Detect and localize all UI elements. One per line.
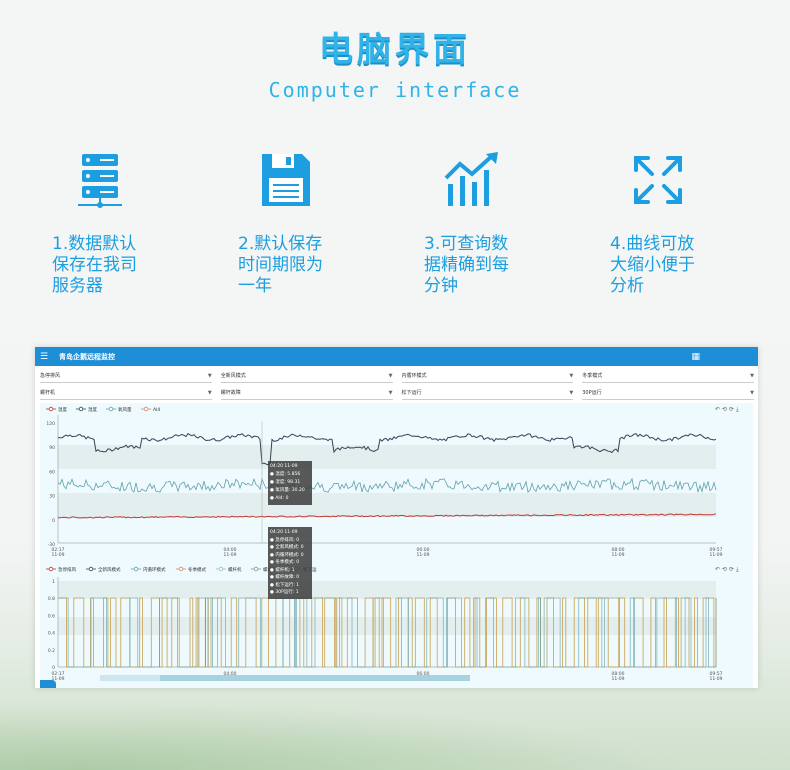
airflow-line (57, 477, 717, 493)
x-tick-label: 11-09 (51, 552, 64, 558)
x-tick-label: 11-09 (416, 552, 429, 558)
tooltip-row: ● 温度: 5.856 (270, 472, 301, 477)
select-device-2[interactable]: 螺杆故障 ▼ (220, 386, 393, 400)
y-tick-label: 0.6 (48, 613, 55, 619)
x-tick-label: 11-09 (611, 552, 624, 558)
legend-label[interactable]: AI4 (153, 407, 160, 413)
chevron-down-icon: ▼ (388, 389, 393, 396)
grid-view-icon[interactable]: ▦ (691, 352, 700, 362)
app-title: 青岛企鹅远程监控 (59, 352, 115, 361)
legend-label[interactable]: 全新风模式 (98, 566, 121, 573)
chevron-down-icon: ▼ (569, 389, 574, 396)
chart-toolbox[interactable]: ↶ ⟲ ⟳ ⤓ (715, 406, 739, 413)
toolbox-icon[interactable]: ⟲ (722, 406, 727, 413)
legend-label[interactable]: 温度 (58, 406, 67, 413)
tooltip-2: 04:20 11-09 ● 急停排风: 0 ● 全新风模式: 0 ● 内循环模式: … (268, 527, 312, 599)
y-tick-label: 30 (49, 494, 55, 500)
tooltip-row: ● 螺杆故障: 0 (270, 575, 300, 580)
tooltip-1: 04:20 11-09 ● 温度: 5.856 ● 湿度: 98.31 ● 氧风量:… (268, 461, 312, 505)
toolbox-icon[interactable]: ⟳ (729, 566, 734, 573)
menu-icon[interactable]: ☰ (37, 352, 51, 362)
feature-text: 3.可查询数 据精确到每 分钟 (424, 234, 509, 296)
select-row-1: 急停排风 ▼ 全新风模式 ▼ 内循环模式 ▼ 冬季模式 ▼ (35, 369, 758, 383)
select-mode-3[interactable]: 内循环模式 ▼ (401, 369, 574, 383)
zoom-slider-range[interactable] (160, 675, 470, 681)
sensor-chart[interactable]: 温度 湿度 氧风量 AI4 120 90 60 30 0 -30 02:17 11-09 04:00 1… (40, 403, 753, 563)
feature-text: 4.曲线可放 大缩小便于 分析 (610, 234, 695, 296)
feature-storage: 1.数据默认 保存在我司 服务器 (52, 150, 202, 297)
legend-label[interactable]: 急停排风 (58, 566, 76, 573)
chevron-down-icon: ▼ (207, 372, 212, 379)
chevron-down-icon: ▼ (207, 389, 212, 396)
tooltip-row: ● 急停排风: 0 (270, 537, 300, 543)
sensor-chart-svg: 温度 湿度 氧风量 AI4 1209060300-3002:1711-0904:001… (46, 406, 739, 558)
legend-label[interactable]: 内循环模式 (143, 566, 166, 573)
chart-toolbox[interactable]: ↶ ⟲ ⟳ ⤓ (715, 566, 739, 573)
settings-toggle[interactable] (40, 680, 56, 688)
toolbox-icon[interactable]: ⟳ (729, 406, 734, 413)
select-device-3[interactable]: 松下运行 ▼ (401, 386, 574, 400)
app-window: ☰ 青岛企鹅远程监控 ▦ 急停排风 ▼ 全新风模式 ▼ 内循环模式 ▼ 冬季模式 ▼ 螺… (35, 347, 758, 688)
server-icon (78, 154, 122, 208)
tooltip-row: ● 螺杆机: 1 (270, 567, 295, 573)
feature-zoom: 4.曲线可放 大缩小便于 分析 (610, 150, 760, 297)
y-tick-label: 0 (52, 665, 55, 671)
y-tick-label: 0.8 (48, 596, 55, 602)
expand-arrows-icon (634, 156, 682, 204)
background-leaf (0, 690, 790, 770)
tooltip-row: ● 30P运行: 1 (270, 590, 299, 595)
app-header: ☰ 青岛企鹅远程监控 ▦ (35, 347, 758, 366)
chevron-down-icon: ▼ (750, 372, 754, 379)
y-tick-label: 90 (49, 445, 55, 451)
toolbox-icon[interactable]: ⤓ (736, 406, 739, 413)
x-tick-label: 11-09 (223, 552, 236, 558)
y-tick-label: 0.2 (48, 648, 55, 654)
select-row-2: 螺杆机 ▼ 螺杆故障 ▼ 松下运行 ▼ 30P运行 ▼ (35, 386, 758, 400)
feature-text: 2.默认保存 时间期限为 一年 (238, 234, 323, 296)
page-title: 电脑界面 (319, 30, 471, 70)
y-tick-label: 0 (52, 518, 55, 524)
toolbox-icon[interactable]: ⟲ (722, 566, 727, 573)
feature-text: 1.数据默认 保存在我司 服务器 (52, 234, 137, 296)
legend-label[interactable]: 螺杆机 (228, 566, 242, 573)
floppy-disk-icon (262, 154, 310, 206)
x-tick-label: 11-09 (611, 676, 624, 682)
x-tick-label: 11-09 (709, 676, 722, 682)
chevron-down-icon: ▼ (569, 372, 574, 379)
toolbox-icon[interactable]: ↶ (715, 406, 720, 413)
y-tick-label: 60 (49, 469, 55, 475)
feature-query: 3.可查询数 据精确到每 分钟 (424, 150, 574, 297)
status-chart[interactable]: 急停排风全新风模式内循环模式冬季模式螺杆机螺杆故障松下运 10.80.60.40… (40, 527, 753, 688)
page-subtitle: Computer interface (268, 78, 522, 102)
chevron-down-icon: ▼ (750, 389, 754, 396)
tooltip-row: ● 松下运行: 1 (270, 582, 300, 588)
tooltip-row: ● 氧风量: 30.20 (270, 488, 305, 493)
tooltip-row: ● 湿度: 98.31 (270, 480, 301, 485)
toolbox-icon[interactable]: ↶ (715, 566, 720, 573)
tooltip-row: ● 全新风模式: 0 (270, 545, 304, 550)
legend-label[interactable]: 氧风量 (118, 406, 132, 413)
chevron-down-icon: ▼ (388, 372, 393, 379)
legend-label[interactable]: 冬季模式 (188, 566, 206, 573)
tooltip-row: ● 冬季模式: 0 (270, 560, 300, 565)
y-tick-label: 120 (46, 421, 55, 427)
y-tick-label: 0.4 (48, 631, 55, 637)
tooltip-row: ● 内循环模式: 0 (270, 552, 304, 558)
feature-retention: 2.默认保存 时间期限为 一年 (238, 150, 388, 297)
x-tick-label: 11-09 (709, 552, 722, 558)
select-device-1[interactable]: 螺杆机 ▼ (40, 386, 212, 400)
select-device-4[interactable]: 30P运行 ▼ (582, 386, 754, 400)
bar-chart-icon (444, 152, 498, 206)
legend-label[interactable]: 湿度 (88, 406, 97, 413)
select-mode-4[interactable]: 冬季模式 ▼ (582, 369, 754, 383)
select-mode-2[interactable]: 全新风模式 ▼ (220, 369, 393, 383)
status-chart-svg: 急停排风全新风模式内循环模式冬季模式螺杆机螺杆故障松下运 10.80.60.40… (46, 566, 739, 682)
tooltip-row: ● AI4: 0 (270, 496, 289, 501)
y-tick-label: 1 (52, 579, 55, 585)
select-mode-1[interactable]: 急停排风 ▼ (40, 369, 212, 383)
toolbox-icon[interactable]: ⤓ (736, 566, 739, 573)
